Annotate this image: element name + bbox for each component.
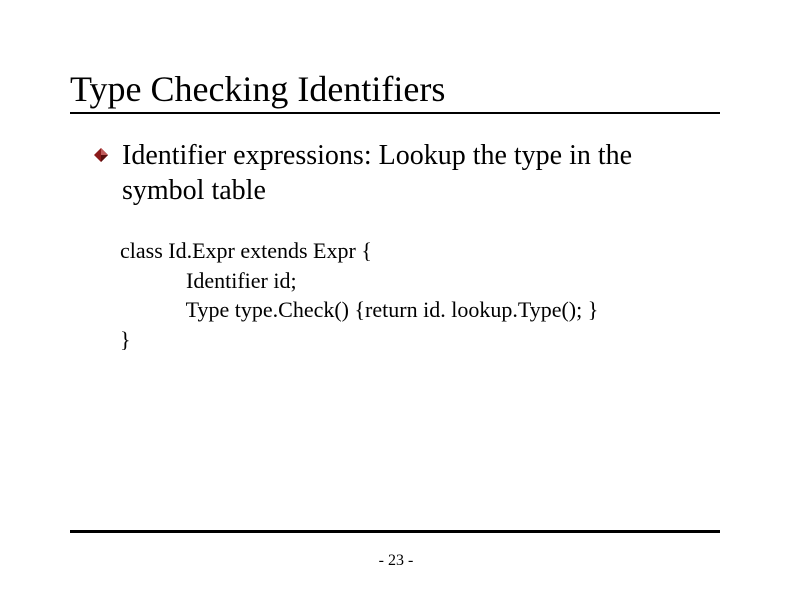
code-line-4: } (120, 327, 131, 352)
page-number: - 23 - (0, 552, 792, 570)
bullet-text: Identifier expressions: Lookup the type … (122, 138, 714, 208)
code-line-2: Identifier id; (120, 268, 297, 293)
slide-title: Type Checking Identifiers (70, 68, 445, 110)
code-line-1: class Id.Expr extends Expr { (120, 238, 372, 263)
diamond-bullet-icon (94, 148, 108, 162)
slide: Type Checking Identifiers Identifier exp… (0, 0, 792, 612)
bullet-item: Identifier expressions: Lookup the type … (94, 138, 714, 208)
title-underline (70, 112, 720, 114)
bottom-rule (70, 530, 720, 533)
code-line-3: Type type.Check() {return id. lookup.Typ… (120, 297, 598, 322)
code-block: class Id.Expr extends Expr { Identifier … (120, 236, 598, 355)
